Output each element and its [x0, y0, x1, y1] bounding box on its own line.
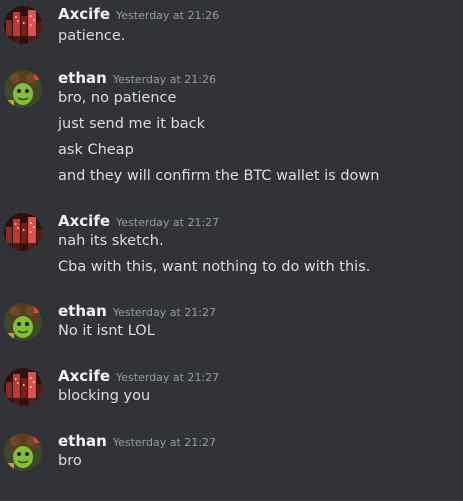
message-header: Axcife Yesterday at 21:26: [58, 4, 219, 24]
username[interactable]: ethan: [58, 69, 107, 87]
timestamp[interactable]: Yesterday at 21:26: [116, 9, 219, 22]
message-text: patience.: [58, 28, 126, 44]
message-group: Axcife Yesterday at 21:26 patience.: [0, 4, 463, 44]
message-group: Axcife Yesterday at 21:27 nah its sketch.…: [0, 211, 463, 281]
axcife-city-avatar-icon[interactable]: [4, 213, 42, 251]
message-text: bro: [58, 453, 82, 469]
message-group: ethan Yesterday at 21:27 No it isnt LOL: [0, 301, 463, 343]
message-text: blocking you: [58, 388, 151, 404]
timestamp[interactable]: Yesterday at 21:27: [116, 216, 219, 229]
ethan-green-face-avatar-icon[interactable]: [4, 433, 42, 471]
message-header: Axcife Yesterday at 21:27: [58, 366, 219, 386]
message-text: just send me it back: [58, 116, 205, 132]
message-group: ethan Yesterday at 21:26 bro, no patience…: [0, 68, 463, 188]
message-text: bro, no patience: [58, 90, 177, 106]
message-text: nah its sketch.: [58, 233, 164, 249]
username[interactable]: ethan: [58, 302, 107, 320]
message-header: ethan Yesterday at 21:27: [58, 301, 216, 321]
username[interactable]: ethan: [58, 432, 107, 450]
axcife-city-avatar-icon[interactable]: [4, 6, 42, 44]
username[interactable]: Axcife: [58, 367, 110, 385]
message-header: ethan Yesterday at 21:27: [58, 431, 216, 451]
message-header: ethan Yesterday at 21:26: [58, 68, 216, 88]
chat-messages: Axcife Yesterday at 21:26 patience. ethan…: [0, 0, 463, 501]
message-text: No it isnt LOL: [58, 323, 155, 339]
message-group: ethan Yesterday at 21:27 bro: [0, 431, 463, 473]
username[interactable]: Axcife: [58, 212, 110, 230]
username[interactable]: Axcife: [58, 5, 110, 23]
message-header: Axcife Yesterday at 21:27: [58, 211, 219, 231]
message-text: ask Cheap: [58, 142, 134, 158]
message-group: Axcife Yesterday at 21:27 blocking you: [0, 366, 463, 408]
message-text: and they will confirm the BTC wallet is …: [58, 168, 380, 184]
timestamp[interactable]: Yesterday at 21:27: [113, 306, 216, 319]
timestamp[interactable]: Yesterday at 21:27: [116, 371, 219, 384]
axcife-city-avatar-icon[interactable]: [4, 368, 42, 406]
ethan-green-face-avatar-icon[interactable]: [4, 70, 42, 108]
message-text: Cba with this, want nothing to do with t…: [58, 259, 371, 275]
ethan-green-face-avatar-icon[interactable]: [4, 303, 42, 341]
timestamp[interactable]: Yesterday at 21:27: [113, 436, 216, 449]
timestamp[interactable]: Yesterday at 21:26: [113, 73, 216, 86]
